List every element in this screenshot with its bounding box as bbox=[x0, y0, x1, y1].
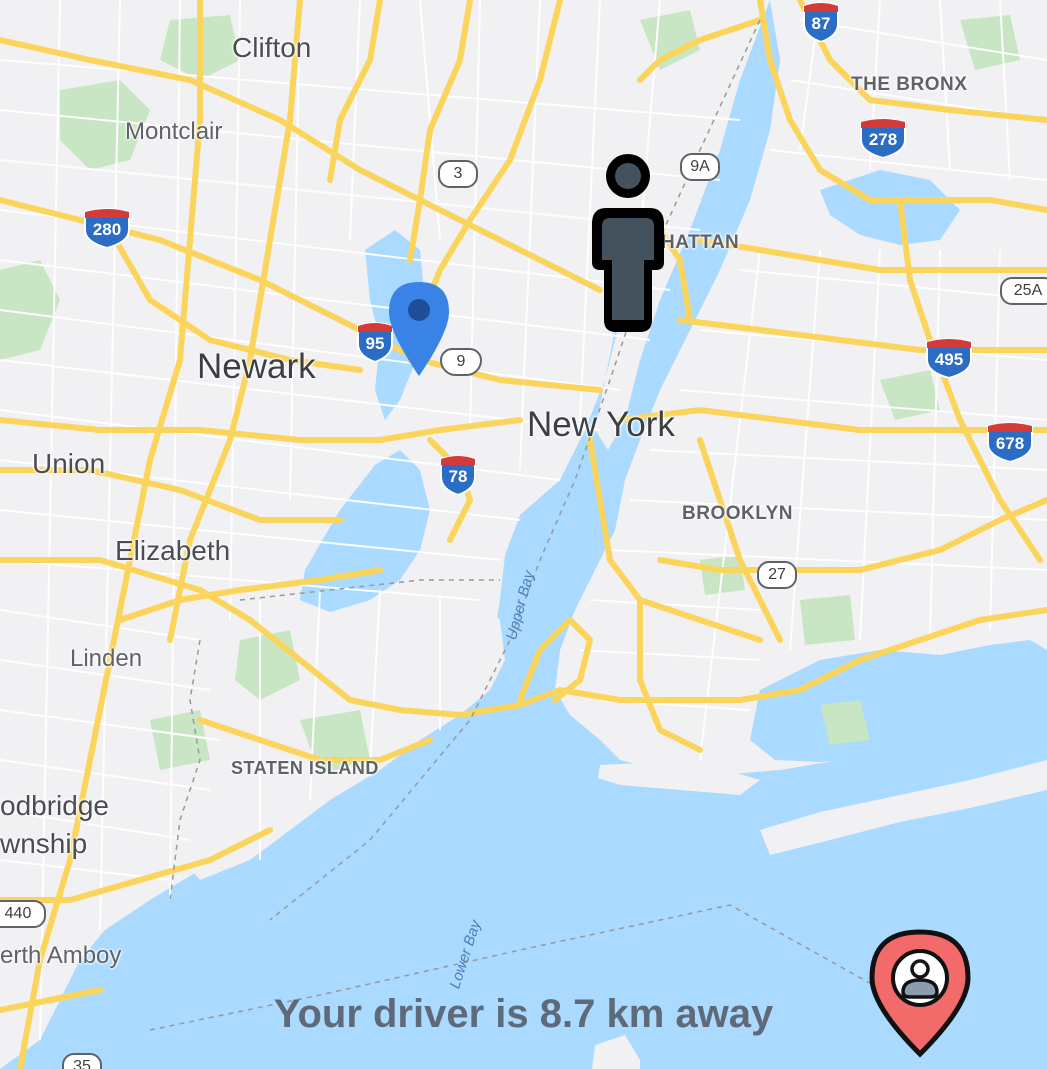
interstate-78-shield-icon: 78 bbox=[438, 455, 478, 497]
interstate-87-number: 87 bbox=[811, 14, 831, 33]
label-newark: Newark bbox=[197, 347, 316, 386]
route-3-shield-icon: 3 bbox=[438, 160, 478, 188]
label-montclair: Montclair bbox=[125, 118, 223, 145]
interstate-495-number: 495 bbox=[934, 350, 964, 369]
interstate-280-shield-icon: 280 bbox=[82, 208, 132, 250]
label-the-bronx: THE BRONX bbox=[851, 74, 968, 95]
label-union: Union bbox=[32, 448, 106, 479]
interstate-278-number: 278 bbox=[868, 130, 898, 149]
interstate-678-shield-icon: 678 bbox=[985, 422, 1035, 464]
label-staten-island: STATEN ISLAND bbox=[231, 758, 379, 778]
label-brooklyn: BROOKLYN bbox=[682, 503, 793, 524]
label-elizabeth: Elizabeth bbox=[115, 535, 231, 566]
label-woodbridge-line1: odbridge bbox=[0, 790, 109, 821]
label-clifton: Clifton bbox=[232, 32, 312, 63]
route-27-shield-icon: 27 bbox=[757, 561, 797, 589]
route-9a-shield-icon: 9A bbox=[680, 153, 720, 181]
interstate-280-number: 280 bbox=[92, 220, 122, 239]
label-manhattan: HATTAN bbox=[661, 232, 740, 253]
route-440-shield-icon: 440 bbox=[0, 900, 46, 928]
person-icon[interactable] bbox=[588, 150, 668, 335]
interstate-495-shield-icon: 495 bbox=[924, 338, 974, 380]
interstate-678-number: 678 bbox=[995, 434, 1025, 453]
interstate-278-shield-icon: 278 bbox=[858, 118, 908, 160]
label-perth-amboy: erth Amboy bbox=[0, 942, 122, 969]
label-new-york: New York bbox=[527, 405, 675, 444]
map[interactable]: Clifton Montclair THE BRONX HATTAN Newar… bbox=[0, 0, 1047, 1069]
label-linden: Linden bbox=[70, 645, 143, 672]
label-woodbridge-line2: wnship bbox=[0, 828, 88, 859]
route-25a-shield-icon: 25A bbox=[1000, 277, 1047, 305]
route-35-shield-icon: 35 bbox=[62, 1053, 102, 1069]
driver-distance-message: Your driver is 8.7 km away bbox=[273, 992, 774, 1036]
location-pin-icon[interactable] bbox=[387, 280, 451, 380]
interstate-78-number: 78 bbox=[448, 467, 468, 486]
interstate-87-shield-icon: 87 bbox=[801, 2, 841, 44]
